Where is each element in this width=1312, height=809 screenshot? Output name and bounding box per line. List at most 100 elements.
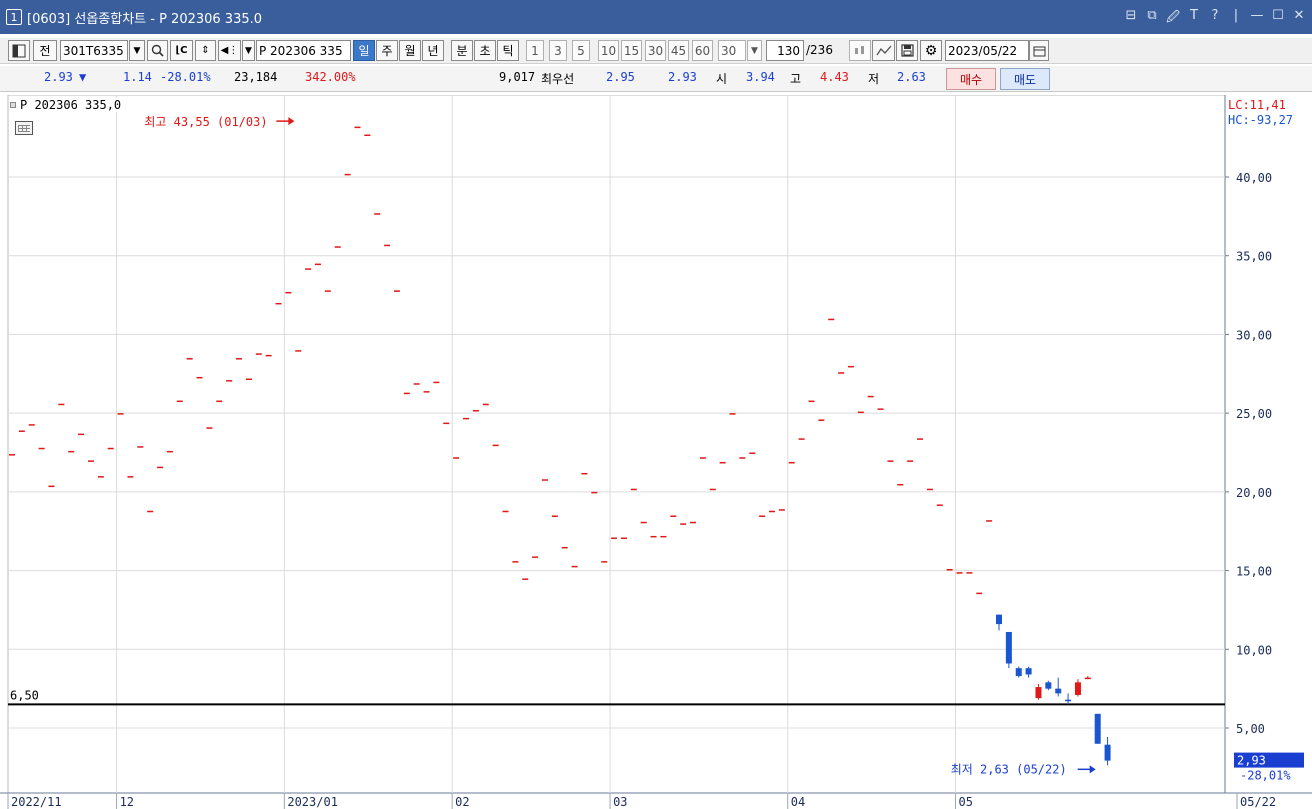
- interval-1-button[interactable]: 1: [526, 40, 544, 61]
- interval-value-input[interactable]: 30: [718, 40, 746, 61]
- candle-body: [107, 447, 114, 450]
- candle-body: [403, 392, 410, 395]
- interval-5-button[interactable]: 5: [572, 40, 590, 61]
- candle-body: [690, 521, 697, 524]
- candle-body: [591, 491, 598, 494]
- font-icon[interactable]: T: [1187, 8, 1201, 30]
- chart-legend[interactable]: P 202306 335,0: [10, 98, 122, 112]
- gear-icon[interactable]: ⚙: [920, 40, 942, 61]
- interval-dropdown-chevron-icon[interactable]: ▼: [747, 40, 762, 61]
- sound-icon[interactable]: ◀⋮: [218, 40, 241, 61]
- minimize-icon[interactable]: —: [1250, 8, 1264, 30]
- maximize-icon[interactable]: ☐: [1271, 8, 1285, 30]
- updown-icon[interactable]: ⇕: [195, 40, 216, 61]
- candle-body: [620, 537, 627, 540]
- period-second-tab[interactable]: 초: [474, 40, 496, 61]
- candle-body: [541, 479, 548, 481]
- data-table-icon[interactable]: [15, 121, 33, 135]
- period-year-tab[interactable]: 년: [422, 40, 444, 61]
- period-tick-tab[interactable]: 틱: [497, 40, 519, 61]
- product-name-field[interactable]: P 202306 335: [256, 40, 351, 61]
- candle-body: [423, 391, 430, 393]
- current-price: 2.93: [44, 70, 73, 84]
- calendar-icon[interactable]: [1029, 40, 1049, 61]
- save-icon[interactable]: [896, 40, 918, 61]
- candle-body: [87, 460, 94, 462]
- title-bar: 1 [0603] 선옵종합차트 - P 202306 335.0 ⊟ ⧉ 🖉 T…: [0, 0, 1312, 34]
- y-tick-label: 35,00: [1236, 250, 1272, 264]
- candle-body: [739, 457, 746, 459]
- interval-30-button[interactable]: 30: [645, 40, 666, 61]
- window-number-badge[interactable]: 1: [6, 9, 22, 25]
- candle-body: [166, 450, 173, 453]
- chart-area[interactable]: 40,00 35,00 30,00 25,00 20,00 15,00 10,00 5,00 2…: [0, 95, 1312, 809]
- candle-body: [522, 578, 529, 580]
- candle-body: [453, 457, 460, 459]
- close-icon[interactable]: ✕: [1292, 8, 1306, 30]
- candle-body: [226, 380, 233, 382]
- pen-icon[interactable]: 🖉: [1166, 8, 1180, 30]
- period-month-tab[interactable]: 월: [399, 40, 421, 61]
- candle-body: [324, 290, 331, 292]
- sound-dropdown-chevron-icon[interactable]: ▼: [242, 40, 255, 61]
- candle-body: [838, 372, 845, 374]
- date-input[interactable]: 2023/05/22: [945, 40, 1029, 61]
- split-icon[interactable]: ⊟: [1124, 8, 1138, 30]
- y-tick-label: 15,00: [1236, 565, 1272, 579]
- candle-body: [354, 126, 361, 129]
- search-icon-glyph: [151, 44, 164, 57]
- candle-body: [867, 395, 874, 398]
- candle-body: [907, 460, 914, 462]
- current-price-label: 2,93: [1237, 754, 1266, 768]
- candle-body: [1104, 744, 1111, 761]
- search-icon[interactable]: [147, 40, 168, 61]
- candle-body: [847, 365, 854, 368]
- code-input[interactable]: 301T6335: [60, 40, 128, 61]
- help-icon[interactable]: ?: [1208, 8, 1222, 30]
- level-line-label: 6,50: [10, 688, 39, 702]
- count-input[interactable]: 130: [766, 40, 804, 61]
- candle-body: [502, 510, 509, 513]
- candle-body: [196, 376, 203, 379]
- candle-body: [97, 476, 104, 478]
- candle-body: [917, 438, 924, 440]
- period-week-tab[interactable]: 주: [376, 40, 398, 61]
- app-window: 1 [0603] 선옵종합차트 - P 202306 335.0 ⊟ ⧉ 🖉 T…: [0, 0, 1312, 809]
- chart-toolbar: 전 301T6335 ▼ ⌊C ⇕ ◀⋮ ▼ P 202306 335 일 주 …: [0, 38, 1312, 64]
- prev-button[interactable]: 전: [33, 40, 57, 61]
- candle-body: [966, 572, 973, 574]
- buy-button[interactable]: 매수: [946, 68, 996, 90]
- candle-body: [137, 446, 144, 448]
- candle-body: [9, 454, 15, 456]
- candle-body: [305, 268, 312, 270]
- candle-body: [1084, 677, 1091, 680]
- duplicate-window-icon[interactable]: ⧉: [1145, 8, 1159, 30]
- sell-button[interactable]: 매도: [1000, 68, 1050, 90]
- count-total: /236: [806, 43, 833, 57]
- code-dropdown-chevron-icon[interactable]: ▼: [129, 40, 145, 61]
- interval-45-button[interactable]: 45: [668, 40, 689, 61]
- interval-15-button[interactable]: 15: [621, 40, 642, 61]
- candle-body: [1074, 682, 1081, 695]
- candle-type-icon[interactable]: ⌊C: [170, 40, 193, 61]
- candle-body: [334, 246, 341, 248]
- candle-body: [581, 472, 588, 475]
- period-day-tab[interactable]: 일: [353, 40, 375, 61]
- interval-10-button[interactable]: 10: [598, 40, 619, 61]
- layout-icon[interactable]: [8, 40, 30, 61]
- interval-60-button[interactable]: 60: [692, 40, 713, 61]
- candle-body: [512, 561, 519, 563]
- compare-icon[interactable]: [849, 40, 871, 61]
- candle-body: [186, 358, 193, 360]
- candle-body: [571, 565, 578, 568]
- candle-body: [127, 476, 134, 478]
- interval-3-button[interactable]: 3: [549, 40, 567, 61]
- x-tick-label: 04: [791, 795, 805, 809]
- period-minute-tab[interactable]: 분: [451, 40, 473, 61]
- candle-body: [157, 466, 164, 469]
- draw-icon[interactable]: [872, 40, 895, 61]
- x-tick-label: 02: [455, 795, 469, 809]
- price-chart[interactable]: 40,00 35,00 30,00 25,00 20,00 15,00 10,00 5,00 2…: [0, 95, 1312, 809]
- open-interest: 9,017: [499, 70, 536, 84]
- window-controls: ⊟ ⧉ 🖉 T ? | — ☐ ✕: [1124, 8, 1306, 30]
